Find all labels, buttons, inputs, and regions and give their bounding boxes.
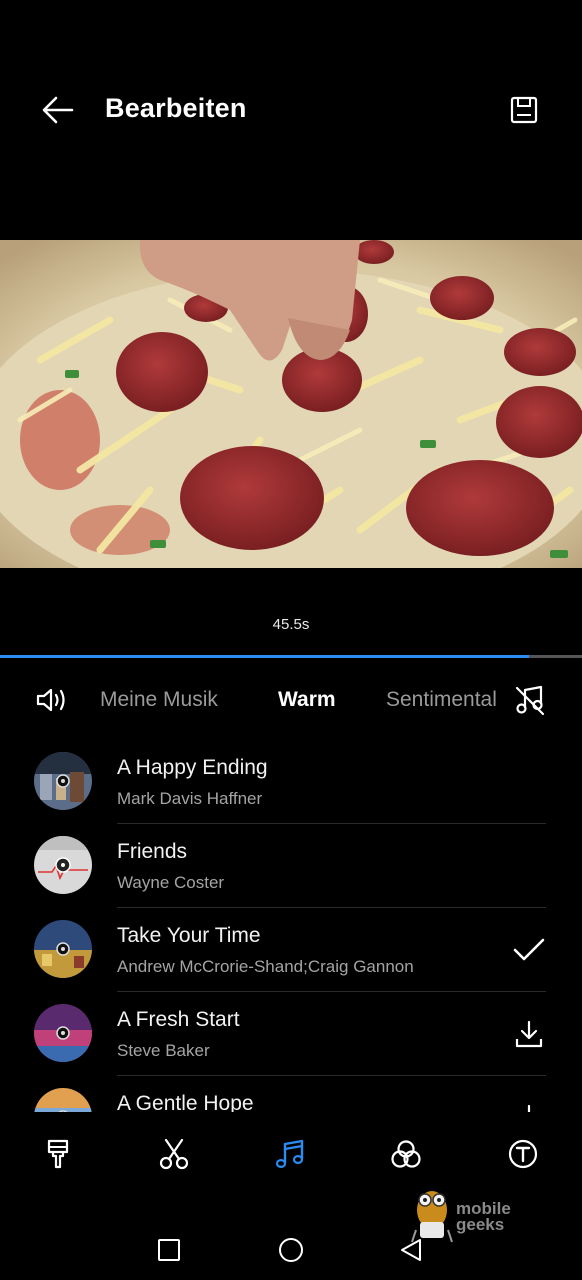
square-icon: [158, 1239, 180, 1261]
album-cover: [34, 1088, 92, 1112]
app-header: Bearbeiten: [0, 0, 582, 220]
arrow-left-icon: [42, 96, 74, 124]
album-cover: [34, 752, 92, 810]
check-icon: [513, 938, 545, 961]
selected-indicator: [510, 932, 548, 968]
list-item[interactable]: A Happy Ending Mark Davis Haffner: [0, 740, 582, 824]
song-title: Take Your Time: [117, 924, 261, 947]
song-artist: Mark Davis Haffner: [117, 789, 263, 808]
download-button[interactable]: [510, 1100, 548, 1112]
timeline-progress-fill: [0, 655, 529, 658]
download-icon: [527, 1104, 531, 1112]
download-icon: [515, 1020, 543, 1048]
song-list[interactable]: A Happy Ending Mark Davis Haffner Friend…: [0, 740, 582, 1112]
edit-toolbar: [0, 1130, 582, 1178]
scissors-icon: [159, 1138, 189, 1170]
text-tool-button[interactable]: [503, 1134, 543, 1174]
album-cover: [34, 1004, 92, 1062]
album-cover: [34, 920, 92, 978]
pizza-image: [0, 240, 582, 568]
system-navigation-bar: [0, 1222, 582, 1276]
timeline-progress[interactable]: [0, 655, 582, 658]
nav-back-button[interactable]: [393, 1232, 429, 1268]
page-title: Bearbeiten: [105, 93, 247, 123]
back-button[interactable]: [38, 90, 78, 130]
text-icon: [508, 1139, 538, 1169]
paint-brush-icon: [47, 1139, 69, 1169]
tab-meine-musik[interactable]: Meine Musik: [100, 688, 218, 712]
duration-label: 45.5s: [272, 616, 310, 633]
music-off-icon: [515, 685, 545, 716]
home-button[interactable]: [273, 1232, 309, 1268]
song-artist: Steve Baker: [117, 1041, 210, 1060]
download-button[interactable]: [510, 1016, 548, 1052]
song-title: A Fresh Start: [117, 1008, 240, 1031]
album-cover: [34, 836, 92, 894]
list-item[interactable]: Take Your Time Andrew McCrorie-Shand;Cra…: [0, 908, 582, 992]
song-title: A Gentle Hope: [117, 1092, 254, 1112]
circle-icon: [279, 1238, 303, 1262]
list-item[interactable]: A Fresh Start Steve Baker: [0, 992, 582, 1076]
song-artist: Andrew McCrorie-Shand;Craig Gannon: [117, 957, 414, 976]
volume-button[interactable]: [33, 684, 71, 716]
triangle-back-icon: [401, 1239, 421, 1261]
song-title: Friends: [117, 840, 188, 863]
song-title: A Happy Ending: [117, 756, 268, 779]
tab-sentimental[interactable]: Sentimental: [386, 688, 497, 712]
song-artist: Wayne Coster: [117, 873, 225, 892]
no-music-button[interactable]: [510, 682, 550, 718]
video-preview[interactable]: [0, 240, 582, 568]
music-category-bar: Meine Musik Warm Sentimental: [0, 676, 582, 724]
floppy-disk-icon: [510, 96, 538, 124]
list-item[interactable]: A Gentle Hope: [0, 1076, 582, 1112]
trim-tool-button[interactable]: [154, 1134, 194, 1174]
music-tool-button[interactable]: [270, 1134, 310, 1174]
list-item[interactable]: Friends Wayne Coster: [0, 824, 582, 908]
tab-warm[interactable]: Warm: [278, 688, 336, 712]
filter-tool-button[interactable]: [386, 1134, 426, 1174]
recents-button[interactable]: [151, 1232, 187, 1268]
filters-icon: [391, 1140, 421, 1168]
save-button[interactable]: [506, 92, 542, 128]
category-tabs: Meine Musik Warm Sentimental: [100, 676, 508, 724]
speaker-icon: [36, 688, 65, 712]
music-note-icon: [275, 1139, 304, 1169]
template-tool-button[interactable]: [38, 1134, 78, 1174]
